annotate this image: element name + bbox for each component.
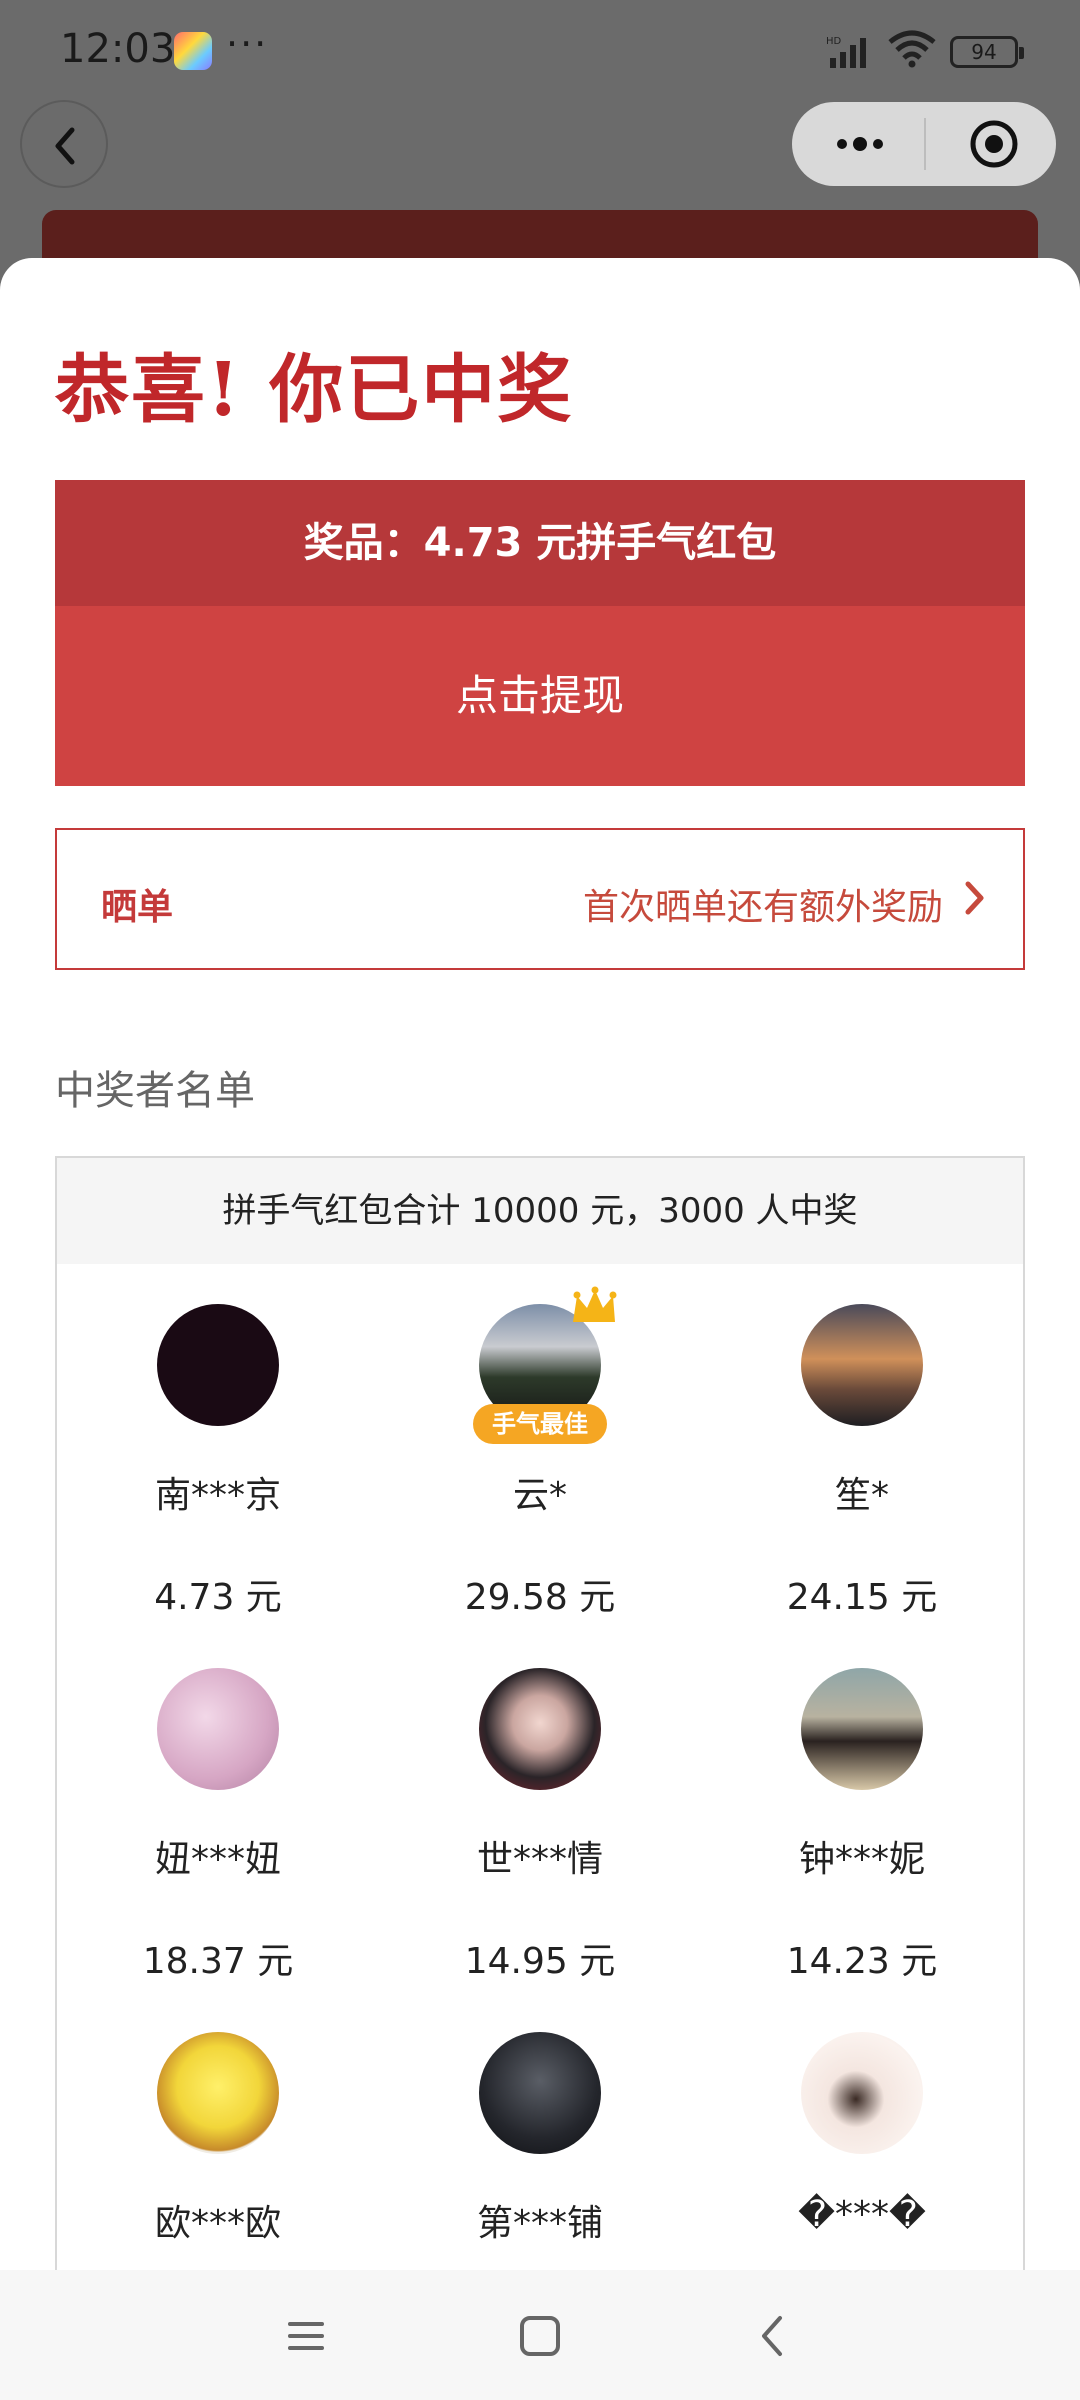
winner-amount: 4.73 元 bbox=[154, 1577, 282, 1618]
winner-item: 世***情 14.95 元 bbox=[379, 1628, 701, 1992]
crown-icon bbox=[573, 1286, 617, 1322]
back-button[interactable] bbox=[20, 100, 108, 188]
winner-name: 笙* bbox=[834, 1475, 889, 1516]
battery-indicator: 94 bbox=[950, 36, 1024, 68]
status-bar: 12:03 ··· HD 94 bbox=[0, 0, 1080, 100]
winner-item: 手气最佳 云* 29.58 元 bbox=[379, 1264, 701, 1628]
winner-amount: 18.37 元 bbox=[142, 1941, 294, 1982]
winner-amount: 14.95 元 bbox=[464, 1941, 616, 1982]
share-label: 晒单 bbox=[101, 887, 174, 928]
more-options-icon[interactable] bbox=[820, 118, 900, 170]
spongebob-avatar bbox=[157, 2032, 279, 2154]
share-order-row[interactable]: 晒单 首次晒单还有额外奖励 bbox=[55, 828, 1025, 970]
status-time: 12:03 bbox=[60, 26, 176, 72]
winner-name: 第***铺 bbox=[476, 2203, 603, 2244]
anime-avatar bbox=[479, 1668, 601, 1790]
winner-name: 南***京 bbox=[154, 1475, 281, 1516]
close-miniapp-icon[interactable] bbox=[956, 118, 1032, 170]
signal-icon: HD bbox=[826, 36, 866, 68]
miniapp-capsule bbox=[792, 102, 1056, 186]
chevron-right-icon bbox=[965, 881, 984, 915]
beach-avatar bbox=[801, 1668, 923, 1790]
winner-item: �***� bbox=[701, 1992, 1023, 2252]
share-tip: 首次晒单还有额外奖励 bbox=[582, 887, 943, 928]
winner-amount: 24.15 元 bbox=[786, 1577, 938, 1618]
game-app-icon bbox=[174, 32, 212, 70]
pink-avatar bbox=[157, 1668, 279, 1790]
winner-name: 钟***妮 bbox=[798, 1839, 925, 1880]
status-more-indicator: ··· bbox=[226, 22, 269, 66]
winner-amount: 29.58 元 bbox=[464, 1577, 616, 1618]
winner-item: 第***铺 bbox=[379, 1992, 701, 2252]
winners-list: 拼手气红包合计 10000 元，3000 人中奖 南***京 4.73 元 手气… bbox=[55, 1156, 1025, 2270]
winner-name: 世***情 bbox=[476, 1839, 603, 1880]
winner-item: 南***京 4.73 元 bbox=[57, 1264, 379, 1628]
winner-item: 钟***妮 14.23 元 bbox=[701, 1628, 1023, 1992]
winner-name: 欧***欧 bbox=[154, 2203, 281, 2244]
menu-icon[interactable] bbox=[276, 2306, 336, 2366]
best-luck-badge: 手气最佳 bbox=[473, 1404, 607, 1444]
prize-title: 奖品：4.73 元拼手气红包 bbox=[55, 480, 1025, 606]
withdraw-button[interactable]: 点击提现 bbox=[55, 606, 1025, 786]
system-nav-bar bbox=[0, 2270, 1080, 2400]
winners-title: 中奖者名单 bbox=[55, 1068, 255, 1114]
winners-summary: 拼手气红包合计 10000 元，3000 人中奖 bbox=[57, 1158, 1023, 1264]
winner-name: �***� bbox=[798, 2194, 926, 2235]
poster-avatar bbox=[479, 2032, 601, 2154]
winner-amount: 14.23 元 bbox=[786, 1941, 938, 1982]
page-title: 恭喜! 你已中奖 bbox=[55, 347, 574, 433]
prize-box: 奖品：4.73 元拼手气红包 点击提现 bbox=[55, 480, 1025, 786]
winner-name: 云* bbox=[512, 1475, 567, 1516]
chevron-left-icon bbox=[55, 127, 75, 165]
dark-avatar bbox=[157, 1304, 279, 1426]
svg-text:HD: HD bbox=[826, 36, 842, 47]
wifi-icon bbox=[888, 30, 936, 68]
capsule-divider bbox=[924, 118, 926, 170]
prize-sheet: 恭喜! 你已中奖 奖品：4.73 元拼手气红包 点击提现 晒单 首次晒单还有额外… bbox=[0, 258, 1080, 2270]
home-icon[interactable] bbox=[510, 2306, 570, 2366]
cartoon-girl-avatar bbox=[801, 2032, 923, 2154]
back-nav-icon[interactable] bbox=[744, 2306, 804, 2366]
winner-item: 欧***欧 bbox=[57, 1992, 379, 2252]
winner-name: 妞***妞 bbox=[154, 1839, 281, 1880]
winner-item: 笙* 24.15 元 bbox=[701, 1264, 1023, 1628]
sunset-avatar bbox=[801, 1304, 923, 1426]
winner-item: 妞***妞 18.37 元 bbox=[57, 1628, 379, 1992]
